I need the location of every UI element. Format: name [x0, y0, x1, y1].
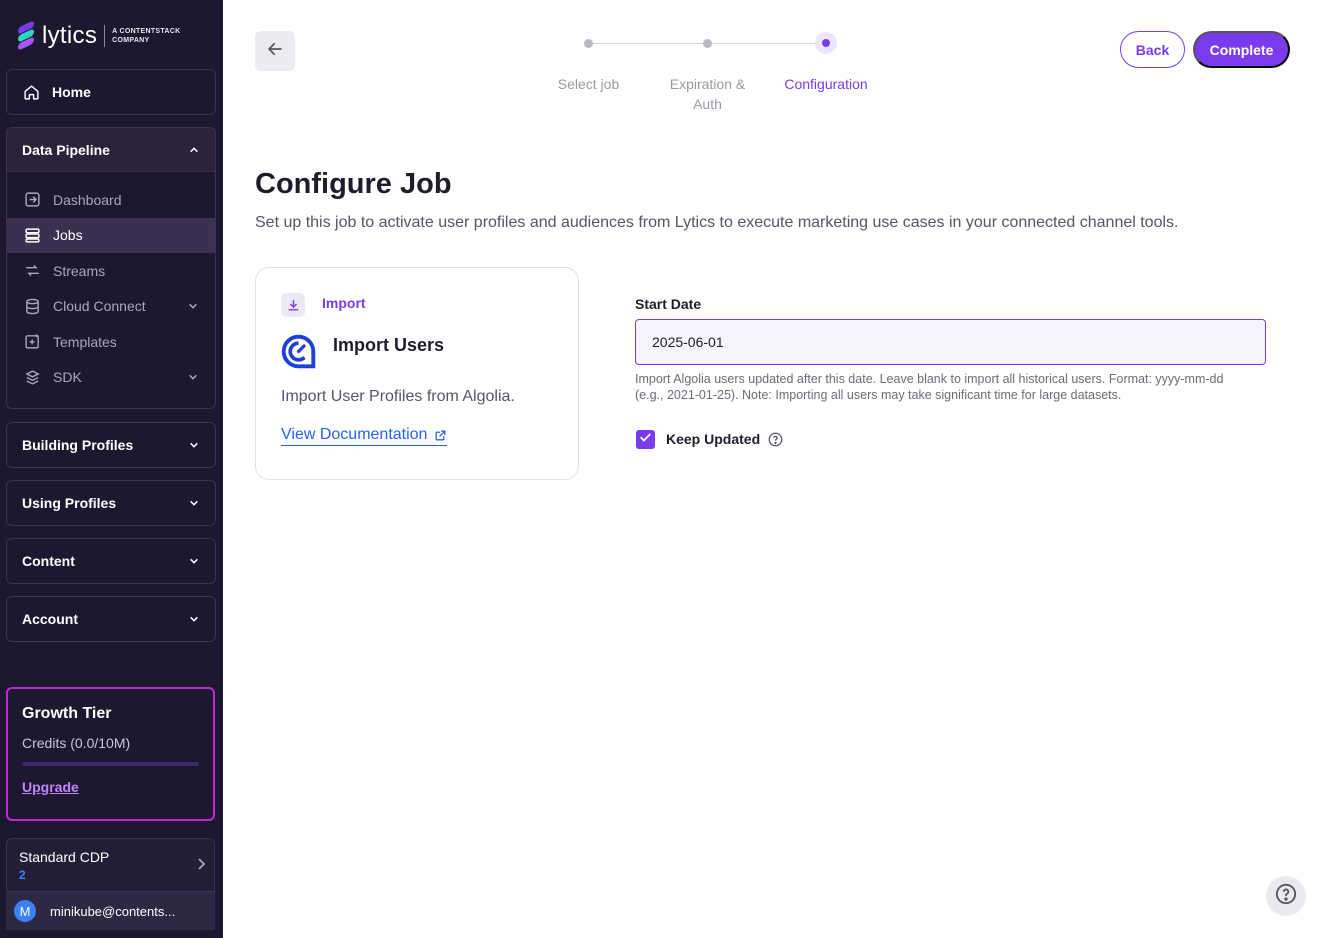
- keep-updated-checkbox[interactable]: [636, 430, 655, 449]
- view-documentation-link[interactable]: View Documentation: [281, 426, 448, 446]
- question-circle-icon: [1275, 883, 1297, 910]
- sidebar: lytics A CONTENTSTACK COMPANY Home Data …: [0, 0, 223, 938]
- chevron-down-icon: [188, 439, 200, 451]
- sdk-icon: [23, 368, 41, 386]
- sidebar-item-streams[interactable]: Streams: [7, 253, 215, 289]
- sidebar-item-label: Home: [52, 84, 91, 100]
- sidebar-section-label: Data Pipeline: [22, 141, 110, 158]
- help-button[interactable]: [1266, 876, 1306, 916]
- page-title: Configure Job: [255, 168, 452, 200]
- keep-updated-label[interactable]: Keep Updated: [666, 431, 760, 447]
- streams-icon: [23, 262, 41, 280]
- sidebar-section-building-profiles[interactable]: Building Profiles: [6, 422, 216, 468]
- dashboard-icon: [23, 191, 41, 209]
- step-dot-expiration-auth: [703, 39, 712, 48]
- tier-credits: Credits (0.0/10M): [22, 735, 131, 751]
- brand-logo[interactable]: lytics A CONTENTSTACK COMPANY: [18, 20, 181, 51]
- job-description: Import User Profiles from Algolia.: [281, 388, 515, 405]
- lytics-logo-icon: [18, 20, 36, 51]
- sidebar-item-cloud-connect[interactable]: Cloud Connect: [7, 289, 215, 325]
- sidebar-item-home[interactable]: Home: [7, 70, 215, 114]
- brand-divider: [104, 25, 106, 47]
- job-title: Import Users: [333, 335, 445, 355]
- step-dot-select-job: [584, 39, 593, 48]
- jobs-icon: [23, 226, 41, 244]
- question-circle-icon[interactable]: [768, 432, 783, 447]
- chevron-right-icon: [196, 857, 206, 876]
- sidebar-section-account[interactable]: Account: [6, 596, 216, 642]
- user-email: minikube@contents...: [50, 903, 176, 919]
- account-number: 2: [19, 868, 26, 882]
- credits-progress-bar: [22, 762, 199, 766]
- job-summary-card: Import Import Users Import User Profiles…: [255, 267, 579, 480]
- avatar: M: [14, 900, 36, 922]
- chevron-up-icon: [188, 144, 200, 156]
- database-icon: [23, 297, 41, 315]
- step-connector: [588, 43, 707, 44]
- sidebar-section-data-pipeline[interactable]: Data Pipeline: [7, 128, 215, 172]
- arrow-left-icon: [266, 40, 284, 63]
- algolia-logo-icon: [280, 333, 317, 370]
- complete-button[interactable]: Complete: [1193, 31, 1290, 68]
- checkmark-icon: [639, 431, 652, 449]
- account-switcher[interactable]: Standard CDP 2: [6, 838, 215, 892]
- chevron-down-icon: [188, 613, 200, 625]
- sidebar-item-dashboard[interactable]: Dashboard: [7, 182, 215, 218]
- step-dot-configuration: [815, 32, 837, 54]
- brand-subtitle: A CONTENTSTACK COMPANY: [112, 28, 181, 44]
- brand-name: lytics: [42, 22, 98, 49]
- step-label-expiration-auth[interactable]: Expiration & Auth: [658, 74, 757, 114]
- sidebar-item-jobs[interactable]: Jobs: [7, 217, 215, 253]
- start-date-input[interactable]: [635, 319, 1266, 365]
- start-date-label: Start Date: [635, 296, 702, 312]
- step-connector: [707, 43, 826, 44]
- nav-home-box: Home: [6, 69, 216, 115]
- chevron-down-icon: [188, 555, 200, 567]
- upgrade-link[interactable]: Upgrade: [22, 779, 79, 795]
- stepper: Select job Expiration & Auth Configurati…: [540, 32, 900, 114]
- tier-panel: Growth Tier Credits (0.0/10M) Upgrade: [6, 687, 215, 821]
- home-icon: [22, 83, 40, 101]
- tier-title: Growth Tier: [22, 705, 112, 722]
- step-label-select-job[interactable]: Select job: [540, 74, 637, 94]
- chevron-down-icon: [187, 300, 199, 312]
- account-name: Standard CDP: [19, 849, 110, 865]
- start-date-help: Import Algolia users updated after this …: [635, 372, 1224, 402]
- sidebar-section-using-profiles[interactable]: Using Profiles: [6, 480, 216, 526]
- sidebar-item-sdk[interactable]: SDK: [7, 360, 215, 396]
- templates-icon: [23, 333, 41, 351]
- download-icon: [281, 293, 305, 317]
- external-link-icon: [434, 429, 447, 442]
- chevron-down-icon: [187, 371, 199, 383]
- chevron-down-icon: [188, 497, 200, 509]
- sidebar-section-content[interactable]: Content: [6, 538, 216, 584]
- sidebar-item-templates[interactable]: Templates: [7, 324, 215, 360]
- back-arrow-button[interactable]: [255, 31, 295, 71]
- job-type-badge: Import: [322, 295, 366, 311]
- user-menu[interactable]: M minikube@contents...: [6, 892, 215, 930]
- page-description: Set up this job to activate user profile…: [255, 214, 1179, 231]
- back-button[interactable]: Back: [1120, 31, 1185, 68]
- nav-data-pipeline-box: Data Pipeline Dashboard Jobs Streams Clo…: [6, 127, 216, 409]
- step-label-configuration[interactable]: Configuration: [776, 74, 876, 94]
